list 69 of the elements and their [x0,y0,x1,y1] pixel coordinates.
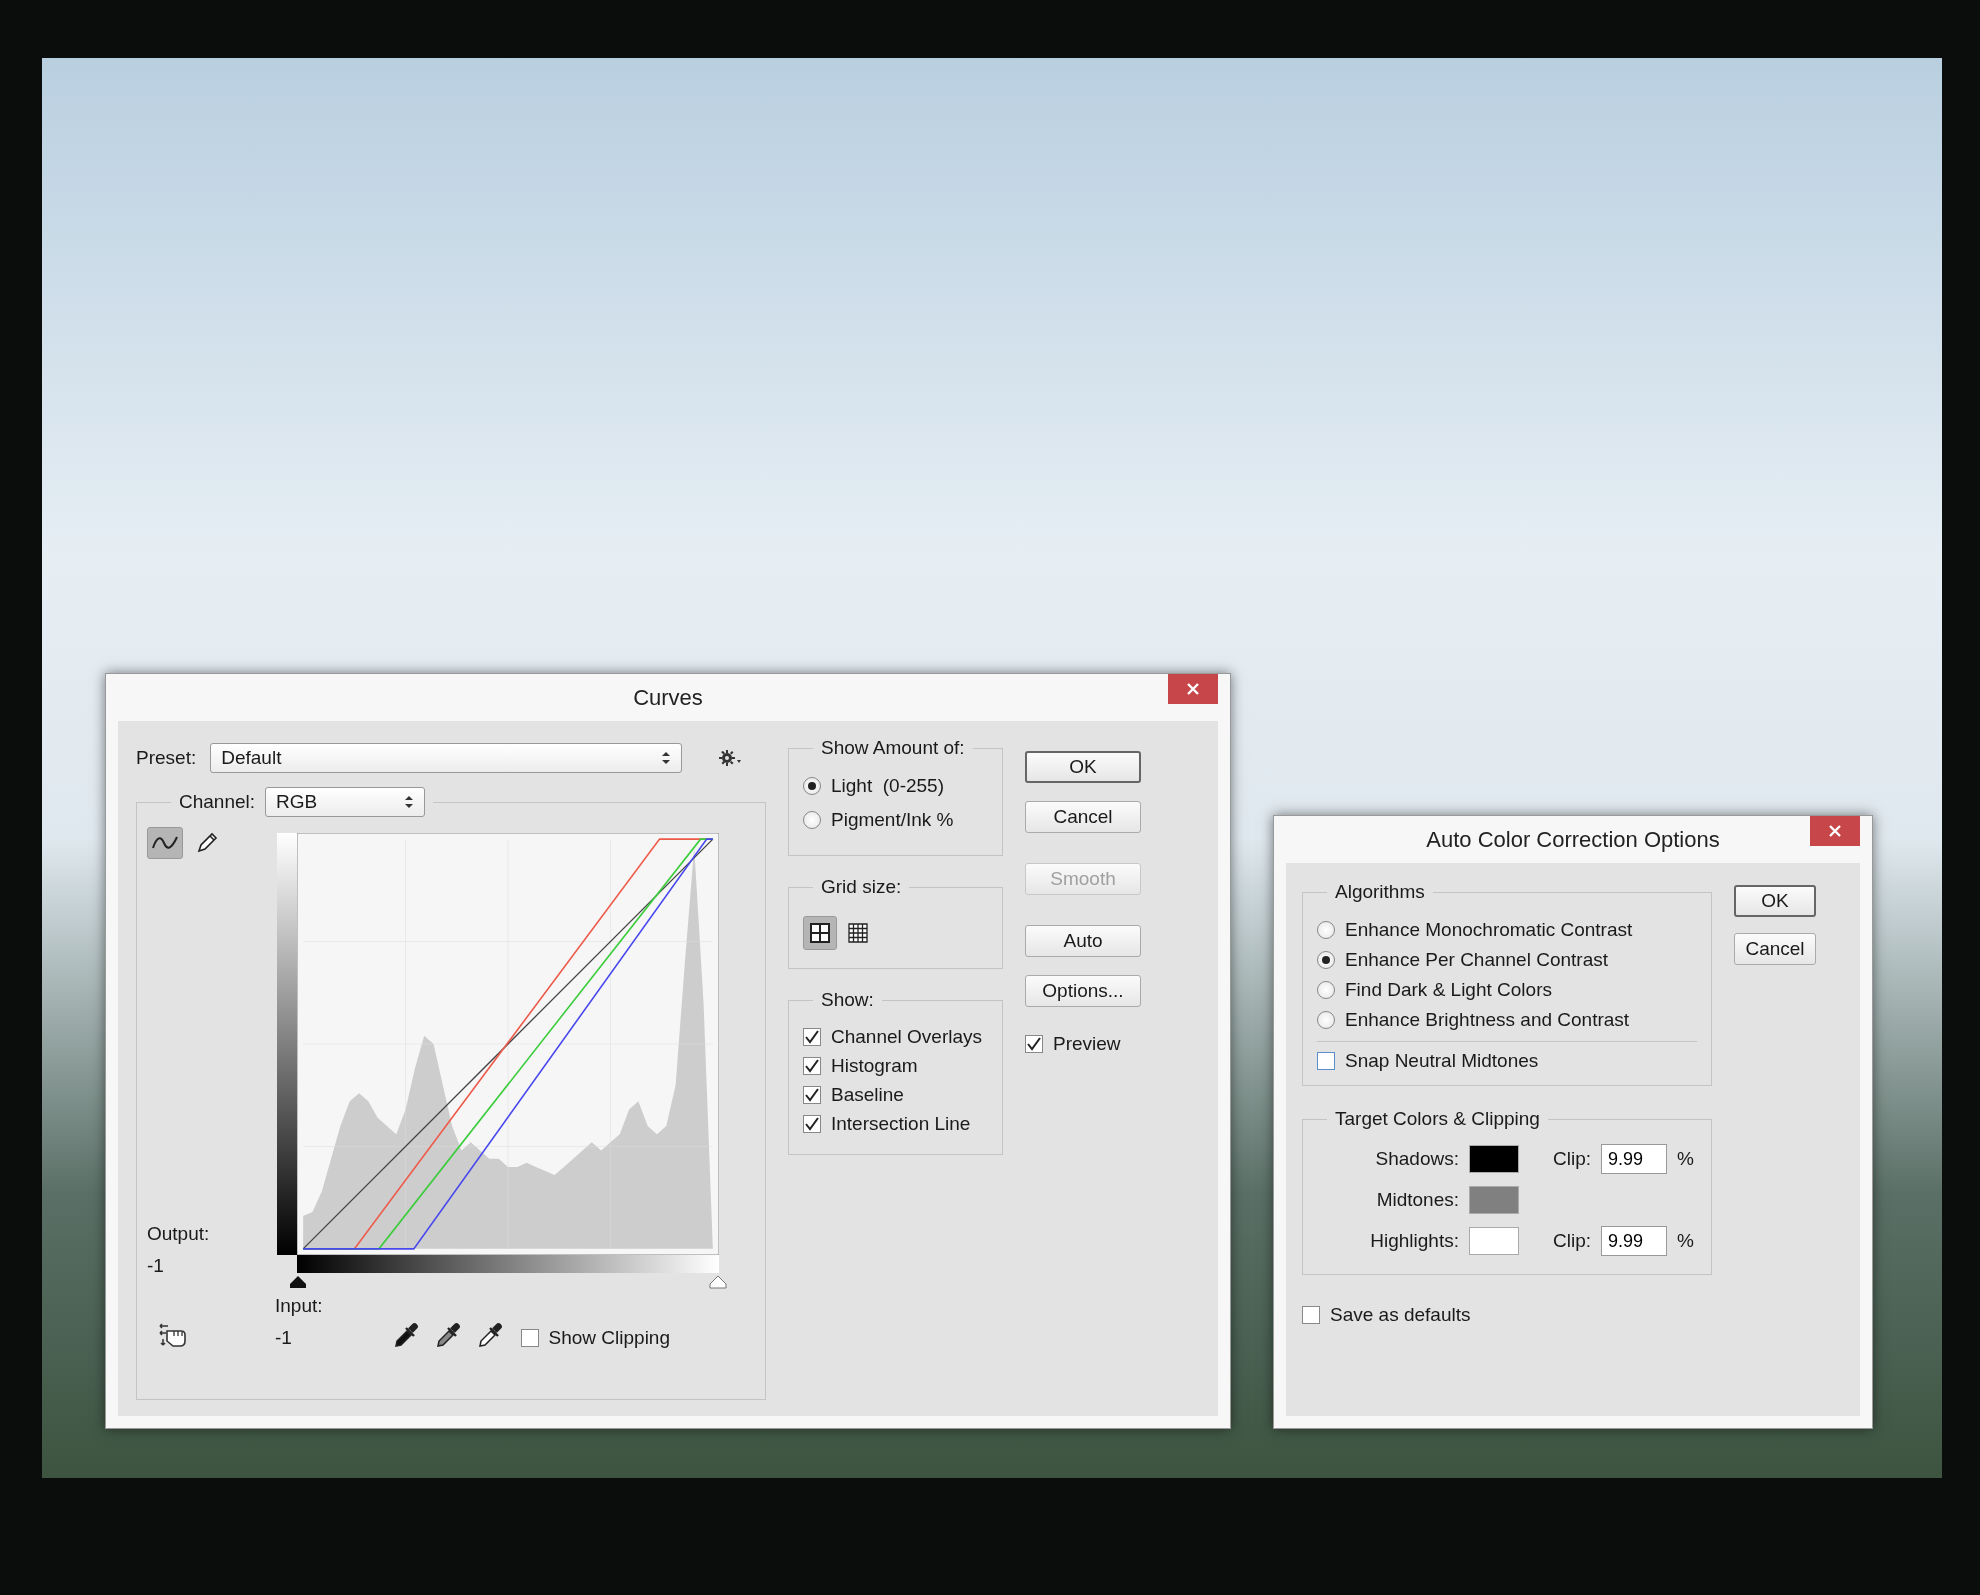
preview-checkbox[interactable]: Preview [1025,1033,1141,1055]
radio-option[interactable]: Enhance Brightness and Contrast [1317,1009,1697,1031]
checkbox-option[interactable]: Histogram [803,1055,988,1077]
dialog-button[interactable]: Cancel [1734,933,1816,965]
save-defaults-checkbox[interactable]: Save as defaults [1302,1304,1712,1326]
group-title: Target Colors & Clipping [1334,1108,1541,1130]
grid-button[interactable] [803,916,837,950]
radio-option[interactable]: Enhance Monochromatic Contrast [1317,919,1697,941]
input-label: Input: [275,1295,323,1317]
dialog-button[interactable]: Auto [1025,925,1141,957]
radio-option[interactable]: Find Dark & Light Colors [1317,979,1697,1001]
close-button[interactable] [1810,816,1860,846]
checkmark-icon [804,1116,820,1132]
output-value: -1 [147,1255,165,1277]
curve-tool-button[interactable] [147,827,183,859]
group-title: Show: [820,989,875,1011]
input-value: -1 [275,1327,293,1349]
spinner-icon [661,750,672,766]
show-clipping-checkbox[interactable]: Show Clipping [520,1327,670,1349]
slider-handle[interactable] [709,1275,727,1289]
color-swatch[interactable] [1469,1186,1519,1214]
snap-checkbox[interactable]: Snap Neutral Midtones [1317,1050,1697,1072]
grid-icon [848,923,868,943]
clip-label: Clip: [1552,1230,1591,1252]
clip-field[interactable]: 9.99 [1601,1226,1667,1256]
spinner-icon [404,794,415,810]
clip-field[interactable]: 9.99 [1601,1144,1667,1174]
checkmark-icon [804,1058,820,1074]
unit-label: % [1677,1148,1695,1170]
dialog-button[interactable]: OK [1025,751,1141,783]
close-icon [1185,681,1201,697]
group-title: Show Amount of: [820,737,966,759]
group-title: Algorithms [1334,881,1426,903]
dialog-title: Curves [633,684,703,711]
channel-label: Channel: [179,791,256,813]
checkmark-icon [804,1029,820,1045]
radio-option[interactable]: Light (0-255) [803,775,988,797]
checkbox-option[interactable]: Intersection Line [803,1113,988,1135]
radio-option[interactable]: Pigment/Ink % [803,809,988,831]
checkmark-icon [804,1087,820,1103]
dialog-title: Auto Color Correction Options [1426,826,1720,853]
eyedropper-icon[interactable] [392,1321,419,1349]
close-button[interactable] [1168,674,1218,704]
eyedropper-icon[interactable] [434,1321,461,1349]
dialog-button[interactable]: OK [1734,885,1816,917]
color-swatch[interactable] [1469,1227,1519,1255]
output-label: Output: [147,1223,211,1245]
preset-label: Preset: [136,747,197,769]
group-title: Grid size: [820,876,903,898]
checkbox-option[interactable]: Baseline [803,1084,988,1106]
target-label: Highlights: [1369,1230,1459,1252]
checkbox-option[interactable]: Channel Overlays [803,1026,988,1048]
color-swatch[interactable] [1469,1145,1519,1173]
dialog-button[interactable]: Cancel [1025,801,1141,833]
close-icon [1827,823,1843,839]
channel-dropdown[interactable]: RGB [265,787,426,817]
target-label: Midtones: [1375,1189,1459,1211]
dialog-button[interactable]: Options... [1025,975,1141,1007]
pencil-icon [195,831,219,855]
clip-label: Clip: [1552,1148,1591,1170]
eyedropper-icon[interactable] [476,1321,503,1349]
target-label: Shadows: [1374,1148,1459,1170]
preset-dropdown[interactable]: Default [210,743,683,773]
grid-icon [810,923,830,943]
slider-handle[interactable] [289,1275,307,1289]
unit-label: % [1677,1230,1695,1252]
radio-option[interactable]: Enhance Per Channel Contrast [1317,949,1697,971]
settings-icon[interactable] [718,748,743,768]
checkmark-icon [1026,1036,1042,1052]
